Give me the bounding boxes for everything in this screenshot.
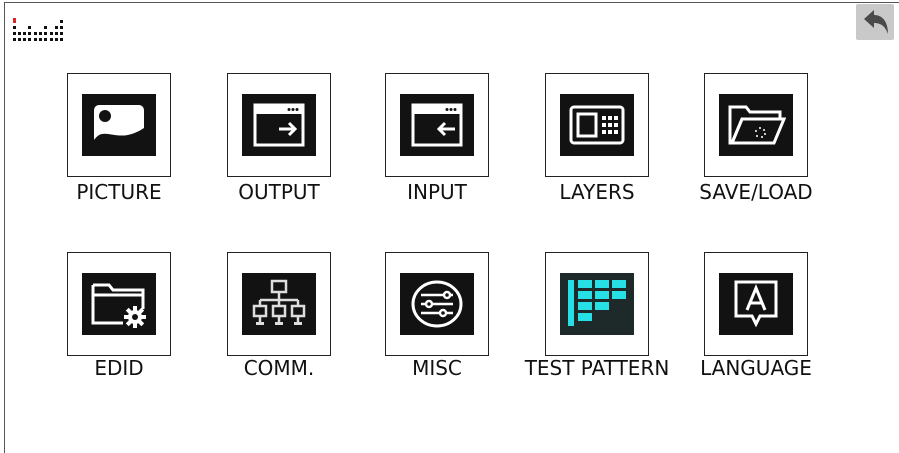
layers-label: LAYERS xyxy=(559,180,635,204)
save-load-label: SAVE/LOAD xyxy=(699,180,813,204)
edid-label: EDID xyxy=(94,356,144,380)
layers-icon xyxy=(560,94,634,156)
picture-button[interactable] xyxy=(67,73,171,177)
input-button[interactable] xyxy=(385,73,489,177)
back-button[interactable] xyxy=(856,4,894,40)
logo xyxy=(10,12,70,48)
misc-button[interactable] xyxy=(385,252,489,356)
misc-label: MISC xyxy=(412,356,462,380)
language-label: LANGUAGE xyxy=(700,356,812,380)
comm-button[interactable] xyxy=(227,252,331,356)
picture-icon xyxy=(82,94,156,156)
picture-label: PICTURE xyxy=(76,180,162,204)
folder-open-icon xyxy=(719,94,793,156)
layers-button[interactable] xyxy=(545,73,649,177)
test-pattern-label: TEST PATTERN xyxy=(524,356,670,380)
input-icon xyxy=(400,94,474,156)
language-icon xyxy=(719,273,793,335)
output-label: OUTPUT xyxy=(238,180,320,204)
comm-label: COMM. xyxy=(243,356,315,380)
dot-matrix-logo-icon xyxy=(13,18,63,41)
output-icon xyxy=(242,94,316,156)
sliders-icon xyxy=(400,273,474,335)
input-label: INPUT xyxy=(407,180,467,204)
edid-button[interactable] xyxy=(67,252,171,356)
network-icon xyxy=(242,273,316,335)
save-load-button[interactable] xyxy=(704,73,808,177)
back-arrow-icon xyxy=(864,10,888,34)
app-frame xyxy=(4,2,899,453)
test-pattern-button[interactable] xyxy=(545,252,649,356)
language-button[interactable] xyxy=(704,252,808,356)
folder-gear-icon xyxy=(82,273,156,335)
test-pattern-icon xyxy=(560,273,634,335)
output-button[interactable] xyxy=(227,73,331,177)
